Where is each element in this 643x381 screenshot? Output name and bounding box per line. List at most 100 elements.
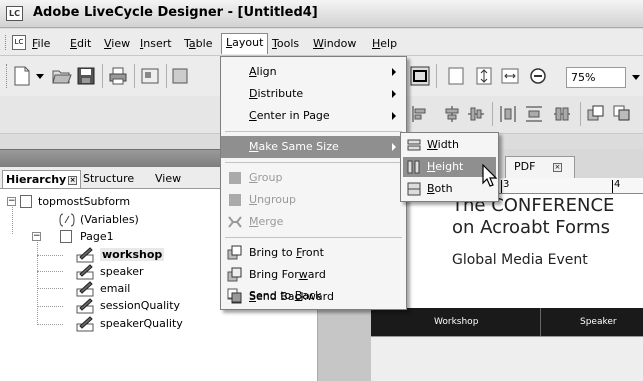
text-field-pencil-icon — [76, 298, 94, 314]
align-center-icon[interactable] — [442, 104, 462, 124]
text-field-pencil-icon — [76, 247, 94, 263]
form-table-row[interactable] — [371, 336, 643, 381]
menu-item-group[interactable]: Group — [221, 167, 406, 189]
close-tab-icon[interactable]: × — [68, 176, 78, 185]
menu-file[interactable]: File — [32, 37, 50, 50]
same-size-icon[interactable] — [552, 104, 572, 124]
open-folder-icon[interactable] — [52, 66, 72, 86]
toolbar-grip[interactable] — [6, 64, 7, 88]
numeric-stepper-icon[interactable] — [474, 66, 494, 86]
text-field-pencil-icon — [76, 316, 94, 332]
menu-edit[interactable]: Edit — [70, 37, 91, 50]
new-dropdown-icon[interactable] — [36, 74, 44, 80]
send-to-back-icon — [227, 288, 242, 303]
tree-label: topmostSubform — [38, 195, 131, 208]
align-middle-icon[interactable] — [466, 104, 486, 124]
new-document-icon[interactable] — [12, 66, 32, 86]
expand-width-icon[interactable] — [500, 66, 520, 86]
menu-item-ungroup[interactable]: Ungroup — [221, 189, 406, 211]
menu-layout[interactable]: Layout — [221, 33, 269, 54]
mouse-cursor-icon — [482, 164, 498, 187]
window-title: Adobe LiveCycle Designer - [Untitled4] — [33, 5, 318, 20]
same-width-icon — [407, 139, 421, 151]
submenu-arrow-icon — [392, 112, 396, 120]
app-icon: LC — [6, 6, 23, 21]
text-field-pencil-icon — [76, 281, 94, 297]
same-height-icon — [407, 160, 420, 174]
tab-pdf-preview[interactable]: PDF × — [505, 156, 575, 178]
bring-to-front-icon[interactable] — [586, 104, 606, 124]
bring-forward-icon — [227, 267, 242, 282]
preview-icon[interactable] — [140, 66, 160, 86]
layout-menu: Align Distribute Center in Page Make Sam… — [220, 56, 407, 310]
tab-view[interactable]: View — [152, 170, 184, 188]
toolbar-separator — [436, 64, 437, 88]
ruler-label: 4 — [614, 179, 621, 190]
collapse-icon[interactable]: − — [32, 232, 41, 241]
form-subheading[interactable]: Global Media Event — [452, 252, 588, 268]
table-header-workshop[interactable]: Workshop — [434, 317, 478, 327]
submenu-arrow-icon — [392, 68, 396, 76]
page-icon — [60, 230, 72, 243]
distribute-horizontal-icon[interactable] — [498, 104, 518, 124]
menu-item-send-to-back[interactable]: Send to Back — [221, 285, 406, 307]
same-both-icon — [407, 182, 421, 196]
menu-view[interactable]: View — [104, 37, 130, 50]
menu-item-center-in-page[interactable]: Center in Page — [221, 105, 406, 127]
submenu-arrow-icon — [392, 90, 396, 98]
ruler-label: 3 — [503, 179, 510, 190]
document-icon[interactable]: LC — [12, 35, 26, 50]
menu-separator — [225, 131, 402, 132]
submenu-arrow-icon — [392, 143, 396, 151]
menu-bar: LC File Edit View Insert Table Layout To… — [0, 29, 643, 56]
submenu-item-width[interactable]: Width — [403, 135, 496, 155]
menu-tools[interactable]: Tools — [272, 37, 299, 50]
save-icon[interactable] — [76, 66, 96, 86]
toolbar-separator — [492, 102, 493, 126]
rectangle-tool-icon[interactable] — [410, 66, 430, 86]
menu-window[interactable]: Window — [313, 37, 356, 50]
toolbar-tool-icon[interactable] — [170, 66, 190, 86]
close-tab-icon[interactable]: × — [552, 163, 562, 172]
toolbar-separator — [102, 64, 103, 88]
menu-table[interactable]: Table — [184, 37, 212, 50]
tree-label: Page1 — [80, 230, 114, 243]
tree-label: email — [100, 282, 131, 295]
menu-item-make-same-size[interactable]: Make Same Size — [221, 136, 406, 158]
tree-node-speakerquality[interactable]: speakerQuality — [0, 316, 300, 332]
distribute-vertical-icon[interactable] — [524, 104, 544, 124]
print-icon[interactable] — [108, 66, 128, 86]
ungroup-icon — [229, 194, 241, 206]
tree-label: sessionQuality — [100, 299, 181, 312]
menu-insert[interactable]: Insert — [140, 37, 172, 50]
menu-separator — [225, 237, 402, 238]
variables-icon — [59, 213, 75, 227]
tab-hierarchy[interactable]: Hierarchy × — [2, 170, 82, 188]
menu-item-distribute[interactable]: Distribute — [221, 83, 406, 105]
subform-icon — [20, 195, 32, 208]
zoom-out-icon[interactable] — [528, 66, 548, 86]
menu-item-merge[interactable]: Merge — [221, 211, 406, 233]
tree-label: (Variables) — [80, 213, 139, 226]
menu-separator — [225, 162, 402, 163]
send-to-back-icon[interactable] — [612, 104, 632, 124]
bring-to-front-icon — [227, 245, 242, 260]
collapse-icon[interactable]: − — [7, 197, 16, 206]
text-field-icon[interactable] — [446, 66, 466, 86]
menu-item-align[interactable]: Align — [221, 61, 406, 83]
tab-structure[interactable]: ⁠Structure — [80, 170, 137, 188]
group-icon — [229, 172, 241, 184]
align-left-icon[interactable] — [410, 104, 430, 124]
menu-item-bring-forward[interactable]: Bring Forward — [221, 264, 406, 286]
toolbar-separator — [166, 64, 167, 88]
zoom-level-field[interactable]: 75% — [566, 67, 626, 88]
tree-label: workshop — [100, 248, 165, 261]
table-header-speaker[interactable]: Speaker — [580, 317, 617, 327]
menu-item-bring-to-front[interactable]: Bring to Front — [221, 242, 406, 264]
merge-icon — [228, 216, 242, 228]
menubar-grip[interactable] — [5, 35, 8, 50]
tree-label: speakerQuality — [100, 317, 183, 330]
title-bar: LC Adobe LiveCycle Designer - [Untitled4… — [0, 0, 643, 28]
menu-help[interactable]: Help — [372, 37, 397, 50]
zoom-dropdown-icon[interactable] — [632, 75, 640, 80]
